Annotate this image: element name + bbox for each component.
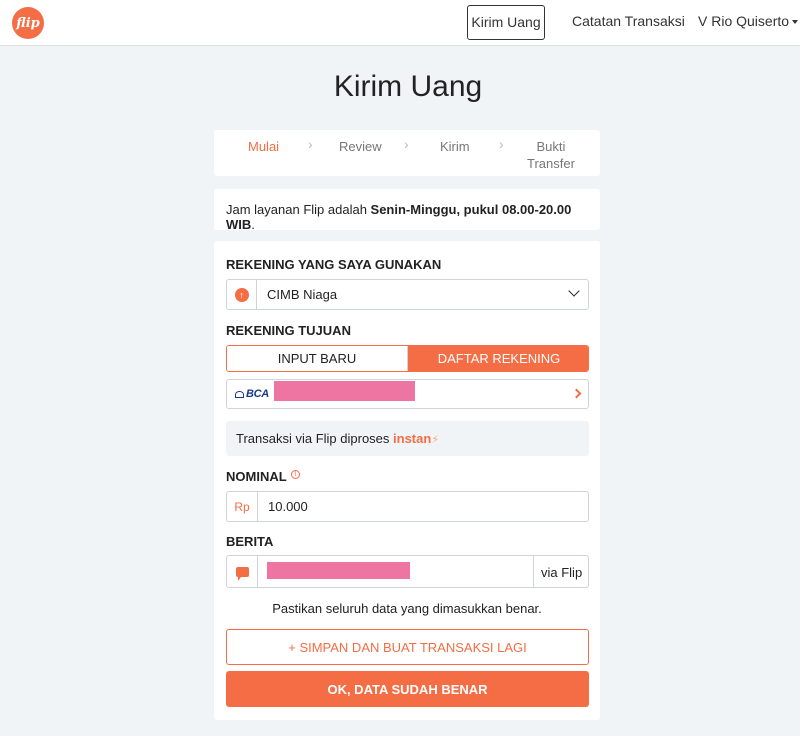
redacted-message (267, 562, 410, 579)
instant-notice: Transaksi via Flip diproses instan⚡ (226, 421, 589, 456)
berita-divider (533, 556, 534, 587)
logo-text: flip (16, 15, 40, 31)
nominal-label: NOMINAL i (226, 469, 300, 484)
save-and-new-button[interactable]: + SIMPAN DAN BUAT TRANSAKSI LAGI (226, 629, 589, 665)
step-bukti-line2: Transfer (527, 156, 575, 171)
service-hours-info: Jam layanan Flip adalah Senin-Minggu, pu… (214, 189, 600, 232)
nav-kirim-uang[interactable]: Kirim Uang (467, 5, 545, 40)
nominal-label-text: NOMINAL (226, 469, 287, 484)
chevron-right-icon: › (499, 136, 504, 152)
message-addon (227, 556, 258, 587)
nominal-value: 10.000 (268, 499, 308, 514)
step-bukti-line1: Bukti (536, 139, 566, 154)
bca-mark-icon (235, 391, 244, 398)
nominal-input[interactable]: Rp 10.000 (226, 491, 589, 522)
source-account-label: REKENING YANG SAYA GUNAKAN (226, 257, 442, 272)
dest-account-selector[interactable]: BCA (226, 379, 589, 409)
chevron-down-icon (568, 285, 580, 297)
nav-catatan-transaksi[interactable]: Catatan Transaksi (572, 5, 685, 40)
step-review: Review (339, 139, 382, 154)
step-bukti-transfer: Bukti Transfer (527, 138, 575, 172)
source-bank-value: CIMB Niaga (267, 287, 338, 302)
chat-icon (235, 566, 249, 581)
step-mulai: Mulai (248, 139, 280, 154)
dest-account-toggle: INPUT BARU DAFTAR REKENING (226, 345, 589, 372)
user-menu[interactable]: V Rio Quiserto (698, 5, 799, 40)
via-flip-suffix: via Flip (541, 565, 583, 580)
tab-input-baru[interactable]: INPUT BARU (227, 346, 408, 371)
bca-logo: BCA (235, 388, 269, 400)
arrow-up-icon: ↑ (234, 287, 249, 302)
confirm-text: Pastikan seluruh data yang dimasukkan be… (272, 601, 542, 616)
info-prefix: Jam layanan Flip adalah (226, 202, 371, 217)
tab-daftar-rekening[interactable]: DAFTAR REKENING (408, 346, 588, 371)
info-icon[interactable]: i (290, 470, 300, 479)
navbar: flip Kirim Uang Catatan Transaksi V Rio … (0, 0, 800, 46)
berita-input[interactable]: via Flip (226, 555, 589, 588)
confirm-button[interactable]: OK, DATA SUDAH BENAR (226, 671, 589, 707)
step-kirim: Kirim (440, 139, 470, 154)
bca-logo-text: BCA (246, 388, 269, 400)
redacted-account (274, 381, 415, 401)
flip-logo[interactable]: flip (12, 7, 44, 39)
page-title: Kirim Uang (333, 70, 483, 103)
instan-prefix: Transaksi via Flip diproses (236, 431, 394, 446)
info-suffix: . (251, 217, 255, 232)
berita-label: BERITA (226, 534, 274, 549)
instan-word: instan (393, 431, 432, 446)
transfer-form: REKENING YANG SAYA GUNAKAN ↑ CIMB Niaga … (214, 241, 600, 720)
currency-addon: Rp (227, 492, 258, 521)
bolt-icon: ⚡ (431, 434, 440, 446)
source-bank-select[interactable]: ↑ CIMB Niaga (226, 279, 589, 310)
chevron-right-icon (571, 388, 582, 399)
select-addon: ↑ (227, 280, 257, 309)
stepper: Mulai › Review › Kirim › Bukti Transfer (214, 130, 600, 176)
dest-account-label: REKENING TUJUAN (226, 323, 351, 338)
user-name: V Rio Quiserto (698, 13, 790, 29)
chevron-right-icon: › (404, 136, 409, 152)
currency-label: Rp (234, 499, 250, 514)
chevron-right-icon: › (308, 136, 313, 152)
caret-down-icon (792, 20, 799, 25)
